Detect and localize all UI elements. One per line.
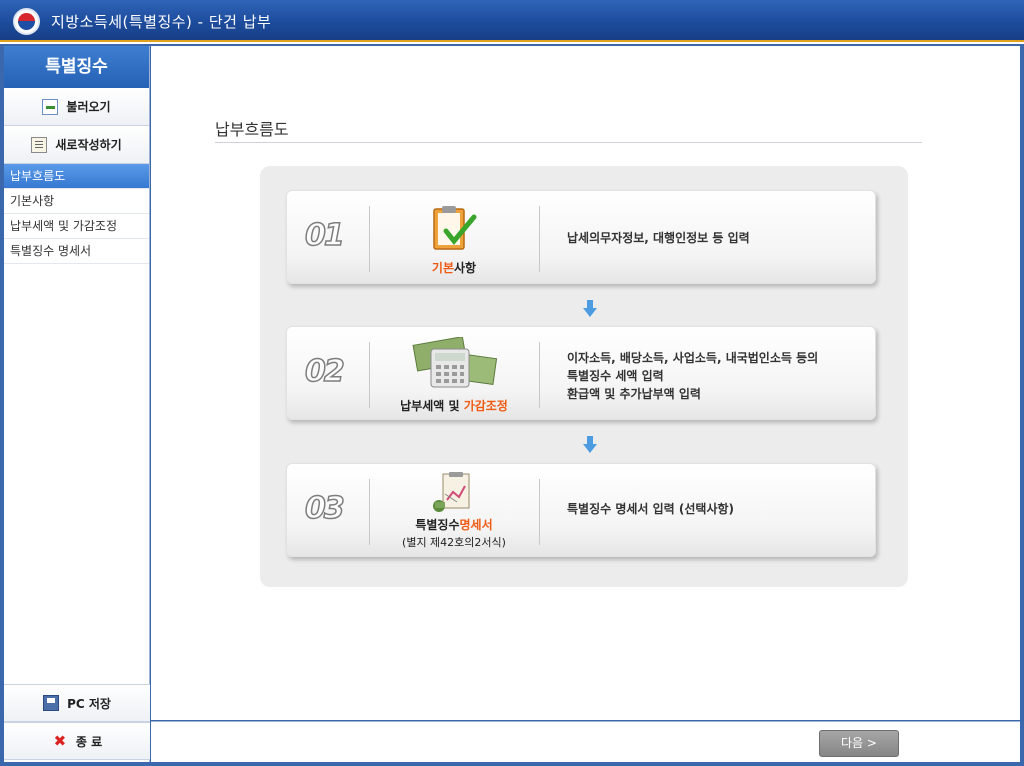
new-write-button-label: 새로작성하기	[55, 138, 122, 152]
step-number: 03	[304, 490, 345, 527]
sidebar-item-statement[interactable]: 특별징수 명세서	[4, 239, 149, 264]
document-write-icon	[31, 136, 48, 153]
step-description-line: 이자소득, 배당소득, 사업소득, 내국법인소득 등의	[567, 351, 819, 365]
pc-save-button-label: PC 저장	[67, 696, 111, 711]
sidebar-item-basic-info[interactable]: 기본사항	[4, 189, 149, 214]
exit-button[interactable]: ✖ 종 료	[4, 722, 150, 760]
step-caption-sub: (별지 제42호의2서식)	[402, 536, 506, 549]
sidebar-item-tax-adjustment[interactable]: 납부세액 및 가감조정	[4, 214, 149, 239]
calculator-money-icon	[412, 336, 498, 388]
exit-button-label: 종 료	[75, 734, 103, 749]
clipboard-check-icon	[433, 206, 477, 250]
document-open-icon	[42, 98, 59, 115]
sidebar: 특별징수 불러오기 새로작성하기 납부흐름도 기본사항 납부세액 및 가감조정 …	[4, 46, 150, 762]
title-divider	[215, 142, 922, 143]
flow-step-3: 03 특별징수명세서 (별지 제42호의2서식) 특별징수 명세서 입력 (선택…	[286, 463, 876, 557]
payment-flow-diagram: 01 기본사항 납세의무자정보, 대행인정보 등 입력 02 납부세액 및 가감…	[260, 166, 908, 587]
flow-arrow-down-icon	[583, 300, 597, 318]
load-button[interactable]: 불러오기	[4, 88, 149, 126]
flow-step-2: 02 납부세액 및 가감조정 이자소득, 배당소득, 사업소득, 내국법인소득 …	[286, 326, 876, 420]
bottom-bar: 다음 >	[151, 721, 1020, 762]
step-description: 특별징수 명세서 입력 (선택사항)	[567, 502, 735, 516]
step-caption-highlight: 기본	[431, 261, 454, 275]
title-bar: 지방소득세(특별징수) - 단건 납부	[0, 0, 1024, 42]
new-write-button[interactable]: 새로작성하기	[4, 126, 149, 164]
step-number: 01	[304, 217, 345, 254]
floppy-disk-icon	[43, 695, 60, 711]
step-caption: 사항	[454, 261, 477, 275]
page-title: 납부흐름도	[215, 120, 289, 139]
flow-arrow-down-icon	[583, 436, 597, 454]
step-caption: 특별징수	[415, 518, 460, 532]
step-description-line: 특별징수 세액 입력	[567, 369, 664, 383]
government-emblem-icon	[13, 8, 40, 35]
step-caption-highlight: 명세서	[459, 518, 493, 532]
step-description-line: 환급액 및 추가납부액 입력	[567, 387, 701, 401]
load-button-label: 불러오기	[66, 100, 111, 114]
step-caption-highlight: 가감조정	[463, 399, 508, 413]
pc-save-button[interactable]: PC 저장	[4, 684, 150, 722]
app-frame: 특별징수 불러오기 새로작성하기 납부흐름도 기본사항 납부세액 및 가감조정 …	[0, 44, 1024, 766]
close-x-icon: ✖	[53, 732, 67, 750]
step-description: 납세의무자정보, 대행인정보 등 입력	[567, 231, 750, 245]
step-number: 02	[304, 353, 345, 390]
next-button[interactable]: 다음 >	[819, 730, 899, 757]
flow-step-1: 01 기본사항 납세의무자정보, 대행인정보 등 입력	[286, 190, 876, 284]
sidebar-item-payment-flow[interactable]: 납부흐름도	[4, 164, 149, 189]
step-caption: 납부세액 및	[400, 399, 464, 413]
sidebar-header: 특별징수	[4, 46, 149, 88]
main-panel: 납부흐름도 01 기본사항 납세의무자정보, 대행인정보 등 입력 02 납부세…	[151, 46, 1020, 720]
statement-document-icon	[433, 472, 470, 512]
window-title: 지방소득세(특별징수) - 단건 납부	[51, 13, 272, 31]
